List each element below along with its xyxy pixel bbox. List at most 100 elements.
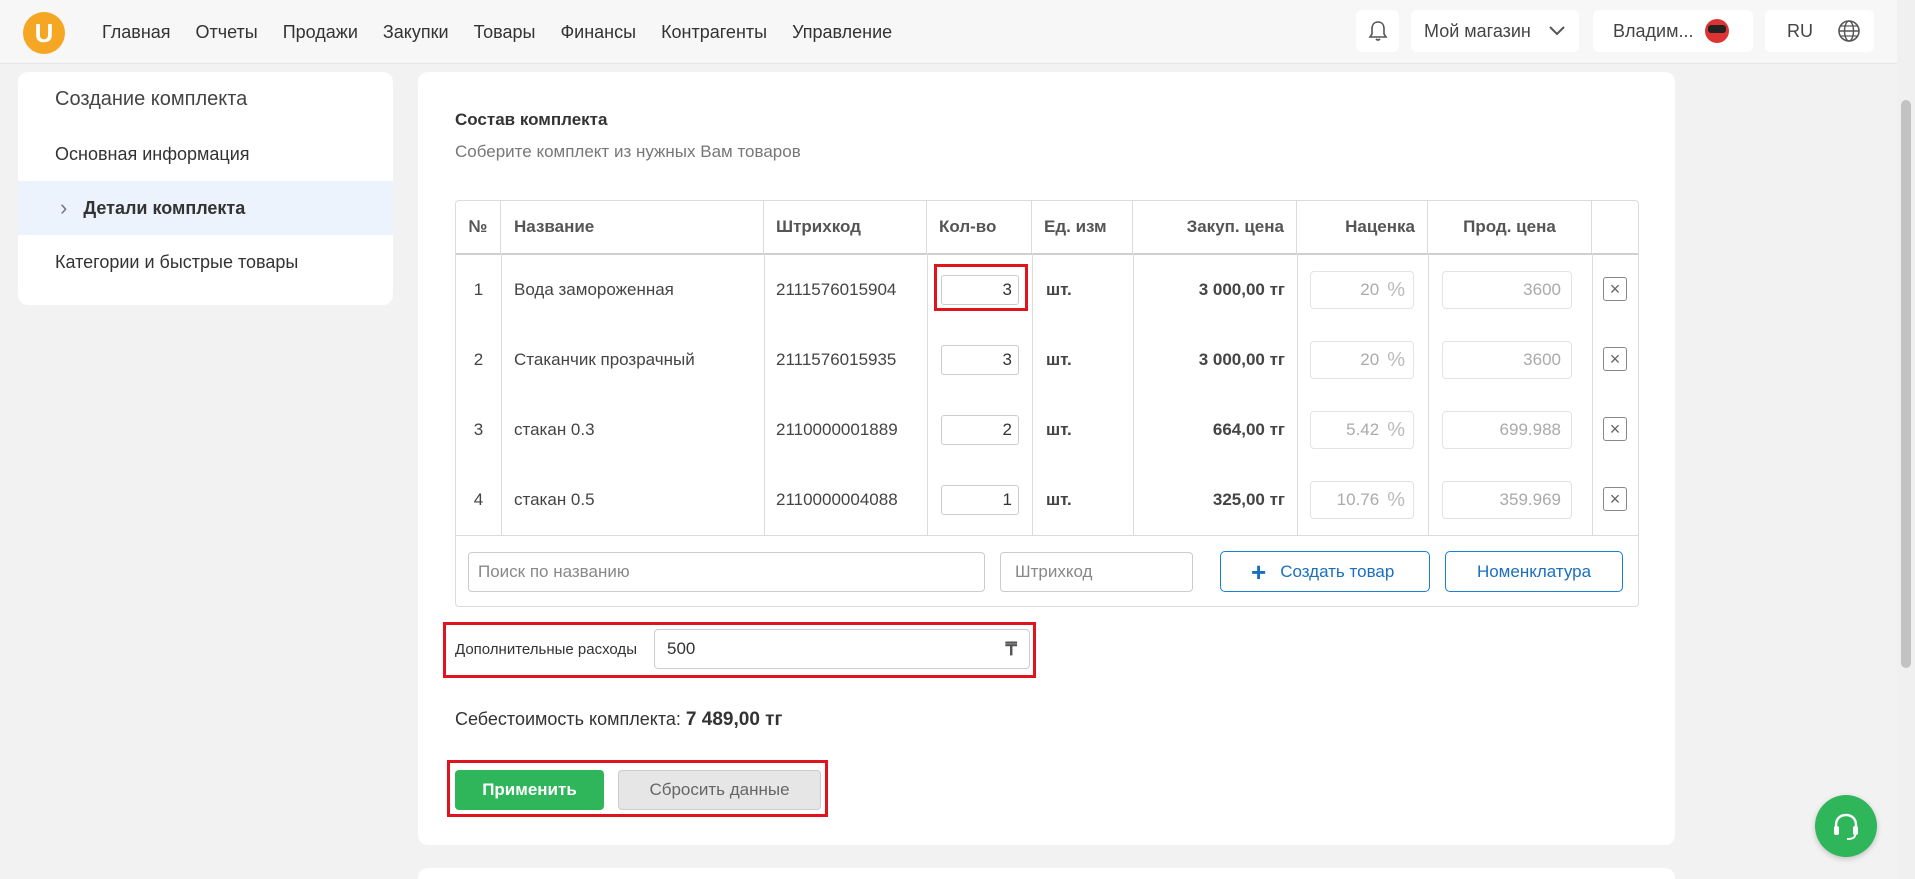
col-header-price: Прод. цена xyxy=(1428,201,1592,253)
row-num: 3 xyxy=(473,420,484,439)
globe-icon xyxy=(1838,20,1860,42)
percent-sign: % xyxy=(1387,348,1405,371)
top-bar: U Главная Отчеты Продажи Закупки Товары … xyxy=(0,0,1897,64)
row-cost: 3 000,00 тг xyxy=(1198,280,1285,299)
sidebar-item-label: Категории и быстрые товары xyxy=(55,251,299,272)
kit-cost: Себестоимость комплекта: 7 489,00 тг xyxy=(455,709,782,731)
sidebar-item-main-info[interactable]: Основная информация xyxy=(18,127,393,181)
chevron-down-icon xyxy=(1549,26,1565,36)
close-icon: × xyxy=(1609,489,1621,509)
user-menu[interactable]: Владим... xyxy=(1593,10,1753,52)
sidebar-item-categories[interactable]: Категории и быстрые товары xyxy=(18,235,393,289)
nav-reports[interactable]: Отчеты xyxy=(196,22,258,43)
row-barcode: 2110000001889 xyxy=(776,420,898,439)
language-code: RU xyxy=(1787,20,1813,41)
main-nav: Главная Отчеты Продажи Закупки Товары Фи… xyxy=(102,22,917,43)
col-header-name: Название xyxy=(501,201,764,253)
table-row: 4 стакан 0.5 2110000004088 1 шт. 325,00 … xyxy=(456,465,1638,535)
row-cost: 325,00 тг xyxy=(1212,490,1285,509)
row-num: 1 xyxy=(473,280,484,299)
markup-value: 5.42 xyxy=(1346,420,1380,439)
row-name: стакан 0.5 xyxy=(514,490,595,509)
row-barcode: 2111576015904 xyxy=(776,280,897,299)
markup-input[interactable]: 20% xyxy=(1310,271,1414,309)
markup-value: 20 xyxy=(1360,280,1380,299)
row-unit: шт. xyxy=(1046,420,1072,439)
row-name: Вода замороженная xyxy=(514,280,674,299)
col-header-qty: Кол-во xyxy=(927,201,1032,253)
headset-icon xyxy=(1834,813,1858,840)
nav-finance[interactable]: Финансы xyxy=(560,22,636,43)
create-product-button[interactable]: + Создать товар xyxy=(1220,551,1430,592)
nav-sales[interactable]: Продажи xyxy=(283,22,358,43)
avatar xyxy=(1705,19,1730,43)
row-barcode: 2111576015935 xyxy=(776,350,897,369)
sidebar-item-kit-details[interactable]: › Детали комплекта xyxy=(18,181,393,235)
markup-input[interactable]: 20% xyxy=(1310,341,1414,379)
row-num: 2 xyxy=(473,350,484,369)
qty-input[interactable]: 1 xyxy=(941,485,1019,515)
logo-letter: U xyxy=(34,17,54,48)
sale-price-input[interactable]: 3600 xyxy=(1442,271,1572,309)
nav-home[interactable]: Главная xyxy=(102,22,171,43)
remove-row-button[interactable]: × xyxy=(1603,487,1627,511)
barcode-input[interactable]: Штрихкод xyxy=(1000,552,1193,592)
logo[interactable]: U xyxy=(23,12,65,54)
qty-input[interactable]: 2 xyxy=(941,415,1019,445)
percent-sign: % xyxy=(1387,488,1405,511)
table-row: 2 Стаканчик прозрачный 2111576015935 3 ш… xyxy=(456,325,1638,395)
sidebar-title: Создание комплекта xyxy=(55,88,248,110)
sidebar: Создание комплекта Основная информация ›… xyxy=(18,72,393,305)
kit-cost-value: 7 489,00 тг xyxy=(685,709,783,730)
nav-contractors[interactable]: Контрагенты xyxy=(661,22,767,43)
nav-purchases[interactable]: Закупки xyxy=(383,22,449,43)
row-num: 4 xyxy=(473,490,484,509)
highlight-box xyxy=(443,622,1036,678)
markup-input[interactable]: 10.76% xyxy=(1310,481,1414,519)
create-product-label: Создать товар xyxy=(1280,561,1395,581)
highlight-box xyxy=(447,760,828,817)
section-subtitle: Соберите комплект из нужных Вам товаров xyxy=(455,142,801,161)
markup-value: 20 xyxy=(1360,350,1380,369)
support-button[interactable] xyxy=(1815,795,1877,857)
row-barcode: 2110000004088 xyxy=(776,490,898,509)
nav-products[interactable]: Товары xyxy=(474,22,536,43)
close-icon: × xyxy=(1609,349,1621,369)
sale-price-input[interactable]: 359.969 xyxy=(1442,481,1572,519)
search-input[interactable]: Поиск по названию xyxy=(468,552,985,592)
qty-input[interactable]: 3 xyxy=(941,345,1019,375)
language-selector[interactable]: RU xyxy=(1765,10,1874,52)
section-title: Состав комплекта xyxy=(455,110,608,129)
bell-icon xyxy=(1368,21,1387,41)
footer-divider xyxy=(456,535,1638,536)
plus-icon: + xyxy=(1251,556,1267,587)
scrollbar-thumb[interactable] xyxy=(1901,100,1911,668)
row-cost: 664,00 тг xyxy=(1212,420,1285,439)
sale-price-input[interactable]: 699.988 xyxy=(1442,411,1572,449)
row-unit: шт. xyxy=(1046,490,1072,509)
remove-row-button[interactable]: × xyxy=(1603,347,1627,371)
markup-input[interactable]: 5.42% xyxy=(1310,411,1414,449)
nav-management[interactable]: Управление xyxy=(792,22,892,43)
sale-price-input[interactable]: 3600 xyxy=(1442,341,1572,379)
store-selector[interactable]: Мой магазин xyxy=(1411,10,1579,52)
percent-sign: % xyxy=(1387,278,1405,301)
kit-table: № Название Штрихкод Кол-во Ед. изм Закуп… xyxy=(455,200,1639,607)
store-name: Мой магазин xyxy=(1424,20,1531,41)
markup-value: 10.76 xyxy=(1336,490,1380,509)
remove-row-button[interactable]: × xyxy=(1603,277,1627,301)
vertical-scrollbar[interactable] xyxy=(1897,0,1915,879)
col-header-markup: Наценка xyxy=(1297,201,1428,253)
row-unit: шт. xyxy=(1046,280,1072,299)
notifications-button[interactable] xyxy=(1356,10,1399,52)
highlight-box xyxy=(934,264,1028,311)
nomenclature-button[interactable]: Номенклатура xyxy=(1445,551,1623,592)
close-icon: × xyxy=(1609,419,1621,439)
user-name: Владим... xyxy=(1613,20,1694,41)
sidebar-item-label: Детали комплекта xyxy=(83,197,246,218)
kit-cost-label: Себестоимость комплекта: xyxy=(455,709,681,729)
row-unit: шт. xyxy=(1046,350,1072,369)
table-row: 1 Вода замороженная 2111576015904 3 шт. … xyxy=(456,255,1638,325)
main-panel: Состав комплекта Соберите комплект из ну… xyxy=(418,72,1675,845)
remove-row-button[interactable]: × xyxy=(1603,417,1627,441)
